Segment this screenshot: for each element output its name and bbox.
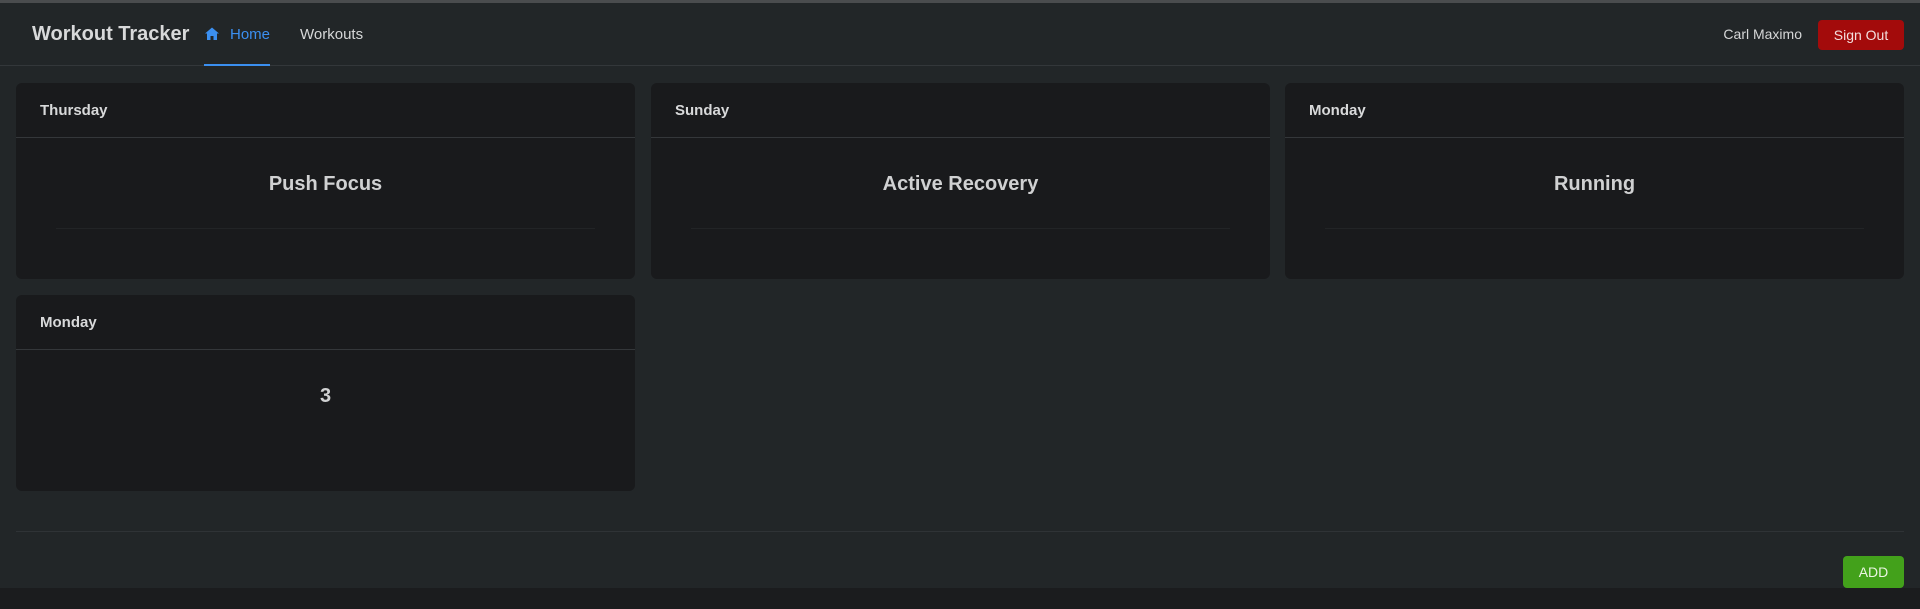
card-divider (691, 228, 1230, 229)
app-brand[interactable]: Workout Tracker (32, 3, 189, 65)
nav-workouts-label: Workouts (300, 25, 364, 43)
workout-card[interactable]: Thursday Push Focus (16, 83, 635, 279)
navbar: Workout Tracker Home Workouts Carl Maxim… (0, 3, 1920, 66)
add-button[interactable]: ADD (1843, 556, 1904, 588)
card-workout-title: Push Focus (268, 173, 383, 195)
workout-card[interactable]: Sunday Active Recovery (651, 83, 1270, 279)
user-name: Carl Maximo (1723, 26, 1802, 42)
card-divider (56, 228, 595, 229)
card-day: Thursday (16, 83, 635, 138)
nav-home-label: Home (230, 25, 271, 43)
home-icon (205, 27, 219, 40)
app-root: Workout Tracker Home Workouts Carl Maxim… (0, 3, 1920, 588)
workout-card[interactable]: Monday 3 (16, 295, 635, 491)
card-day: Monday (16, 295, 635, 350)
footer-divider (16, 531, 1904, 532)
nav-workouts-link[interactable]: Workouts (300, 3, 363, 65)
workout-card[interactable]: Monday Running (1285, 83, 1904, 279)
nav-home-link[interactable]: Home (204, 3, 271, 66)
card-divider (1325, 228, 1864, 229)
card-day: Monday (1285, 83, 1904, 138)
sign-out-button[interactable]: Sign Out (1818, 20, 1904, 50)
card-day: Sunday (651, 83, 1270, 138)
card-workout-title: 3 (319, 385, 332, 407)
card-workout-title: Running (1553, 173, 1636, 195)
card-workout-title: Active Recovery (882, 173, 1039, 195)
